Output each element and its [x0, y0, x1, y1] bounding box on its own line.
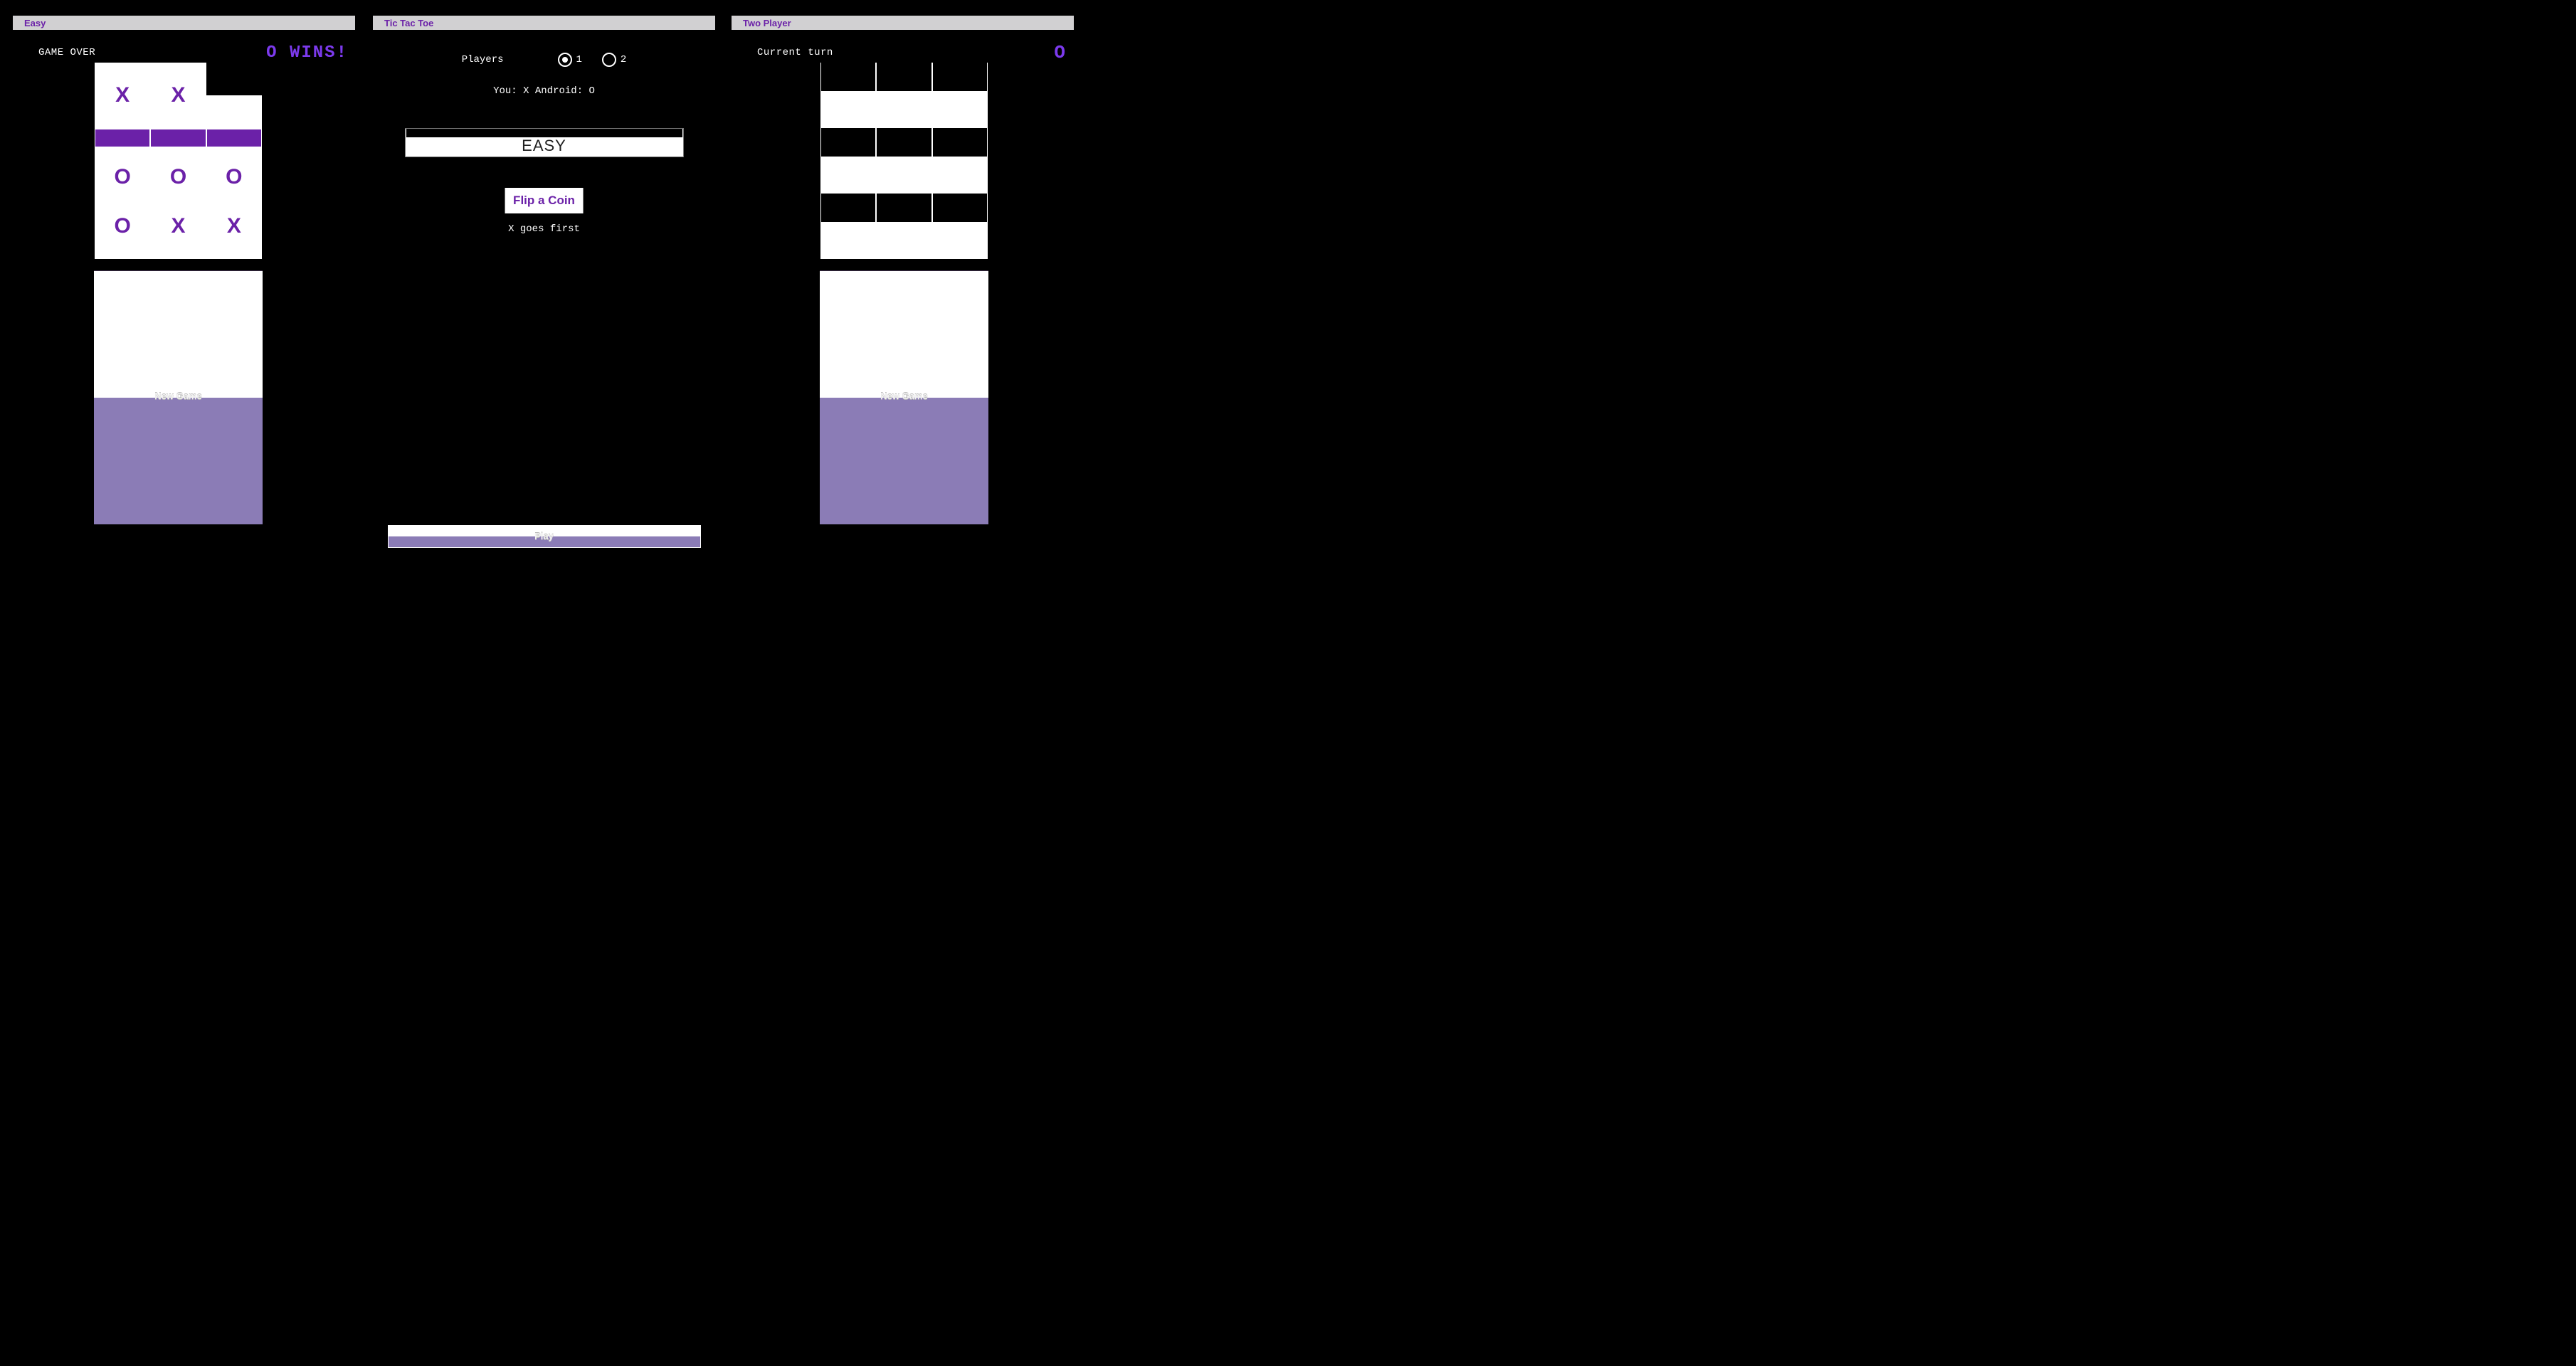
- goes-first-text: X goes first: [373, 223, 715, 235]
- radio-2-label: 2: [621, 54, 626, 65]
- cell-0-1[interactable]: X: [150, 63, 206, 128]
- board-row-0: X X: [95, 63, 262, 128]
- cell-1-2[interactable]: O: [206, 128, 262, 194]
- game-result-text: O WINS!: [266, 43, 348, 63]
- cell-1-1[interactable]: O: [150, 128, 206, 194]
- cell-2-0[interactable]: O: [95, 194, 150, 259]
- rcell-0-0[interactable]: [820, 63, 876, 128]
- difficulty-spinner[interactable]: EASY: [405, 128, 684, 157]
- cell-0-2[interactable]: [206, 63, 262, 128]
- radio-2-icon: [602, 53, 616, 67]
- players-row: Players 1 2: [373, 53, 715, 67]
- flip-coin-button[interactable]: Flip a Coin: [505, 188, 584, 213]
- difficulty-value: EASY: [406, 137, 683, 155]
- board-row-0-r: [820, 63, 988, 128]
- new-game-button-left-label: New Game: [94, 391, 263, 401]
- new-game-button-left[interactable]: New Game: [94, 270, 263, 524]
- board-row-2-r: [820, 194, 988, 259]
- appbar-center: Tic Tac Toe: [373, 16, 715, 30]
- game-status-label: GAME OVER: [38, 47, 95, 58]
- pane-two-player: Current turn O New Gam: [732, 30, 1074, 556]
- appbar-left: Easy: [13, 16, 355, 30]
- play-button-label: Play: [388, 531, 701, 541]
- cell-0-0[interactable]: X: [95, 63, 150, 128]
- cell-1-0[interactable]: O: [95, 128, 150, 194]
- radio-1-icon: [558, 53, 572, 67]
- status-row-left: GAME OVER O WINS!: [13, 43, 355, 63]
- new-game-button-right-fill: [820, 398, 988, 524]
- rcell-2-2[interactable]: [932, 194, 988, 259]
- rcell-1-1[interactable]: [876, 128, 931, 194]
- new-game-button-left-fill: [94, 398, 263, 524]
- rcell-2-1[interactable]: [876, 194, 931, 259]
- new-game-button-right[interactable]: New Game: [820, 270, 988, 524]
- board-row-1: O O O: [95, 128, 262, 194]
- cell-2-2[interactable]: X: [206, 194, 262, 259]
- new-game-button-right-label: New Game: [820, 391, 988, 401]
- play-button[interactable]: Play: [388, 525, 701, 548]
- board-row-1-r: [820, 128, 988, 194]
- rcell-1-2[interactable]: [932, 128, 988, 194]
- players-label: Players: [462, 54, 504, 65]
- players-radio-2[interactable]: 2: [602, 53, 626, 67]
- appbar-right: Two Player: [732, 16, 1074, 30]
- rcell-2-0[interactable]: [820, 194, 876, 259]
- game-board-right: [820, 63, 988, 259]
- game-board-left: X X O O O O X X: [95, 63, 262, 259]
- pane-setup: Players 1 2 You: X Android: O EASY Flip …: [373, 30, 715, 556]
- board-row-2: O X X: [95, 194, 262, 259]
- turn-label: Current turn: [757, 47, 833, 58]
- radio-1-label: 1: [576, 54, 582, 65]
- rcell-1-0[interactable]: [820, 128, 876, 194]
- appbar-left-title: Easy: [24, 18, 46, 28]
- cell-2-1[interactable]: X: [150, 194, 206, 259]
- rcell-0-1[interactable]: [876, 63, 931, 128]
- status-row-right: Current turn O: [732, 43, 1074, 63]
- players-radio-1[interactable]: 1: [558, 53, 582, 67]
- player-assignment-text: You: X Android: O: [373, 85, 715, 97]
- pane-easy-game: GAME OVER O WINS! X X O O O O X X New Ga…: [13, 30, 355, 556]
- turn-value: O: [1054, 42, 1067, 63]
- appbar-center-title: Tic Tac Toe: [384, 18, 433, 28]
- appbar-right-title: Two Player: [743, 18, 791, 28]
- rcell-0-2[interactable]: [932, 63, 988, 128]
